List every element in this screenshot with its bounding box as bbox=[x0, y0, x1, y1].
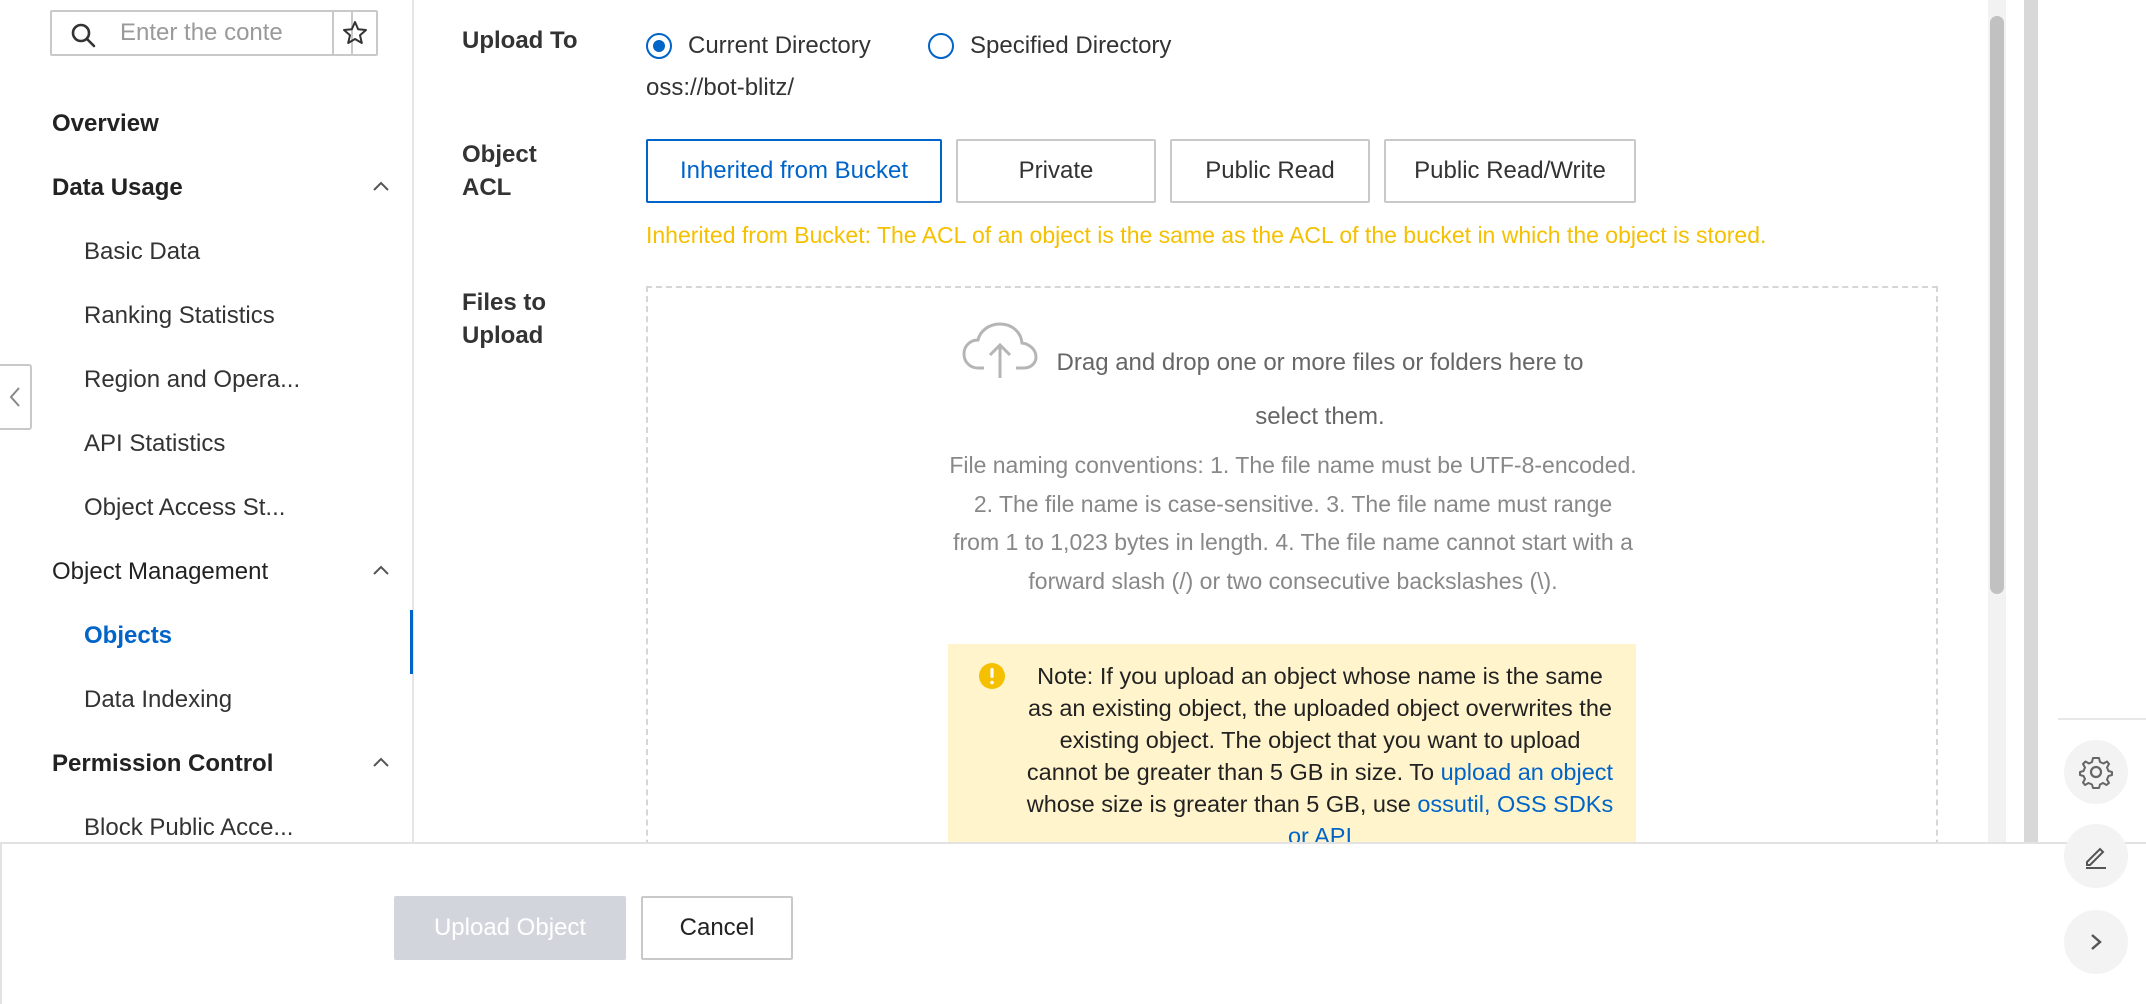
radio-specified-directory[interactable]: Specified Directory bbox=[928, 30, 1171, 62]
sidebar-item-label: Object Access St... bbox=[84, 494, 286, 521]
object-acl-label-line-2: ACL bbox=[462, 174, 512, 201]
sidebar-item-label: Region and Opera... bbox=[84, 366, 301, 393]
form-scrollbar[interactable] bbox=[1988, 0, 2006, 842]
chevron-left-icon bbox=[9, 387, 20, 407]
expand-tool-button[interactable] bbox=[2064, 910, 2128, 974]
sidebar-item-region-and-operations[interactable]: Region and Opera... bbox=[0, 354, 410, 406]
sidebar-item-label: Overview bbox=[52, 110, 159, 137]
files-to-upload-label: Files to Upload bbox=[462, 286, 546, 352]
object-acl-label: Object ACL bbox=[462, 138, 537, 204]
chevron-up-icon bbox=[373, 565, 389, 575]
dialog-footer bbox=[0, 842, 2146, 1004]
sidebar-item-label: Ranking Statistics bbox=[84, 302, 275, 329]
sidebar-item-label: Basic Data bbox=[84, 238, 201, 265]
object-acl-label-line-1: Object bbox=[462, 141, 537, 168]
file-naming-conventions: File naming conventions: 1. The file nam… bbox=[949, 452, 1637, 594]
radio-checked-icon bbox=[646, 33, 672, 59]
edit-icon bbox=[2086, 847, 2106, 869]
settings-button[interactable] bbox=[2064, 740, 2128, 804]
acl-description: Inherited from Bucket: The ACL of an obj… bbox=[646, 222, 1767, 248]
cancel-button[interactable]: Cancel bbox=[641, 896, 793, 960]
star-icon bbox=[343, 21, 367, 44]
edit-tool-button[interactable] bbox=[2064, 824, 2128, 888]
files-label-line-1: Files to bbox=[462, 289, 547, 316]
radio-label: Specified Directory bbox=[970, 32, 1172, 59]
upload-path: oss://bot-blitz/ bbox=[646, 74, 795, 101]
sidebar-item-label: Data Usage bbox=[52, 174, 183, 201]
upload-object-link[interactable]: upload an object bbox=[1441, 759, 1613, 785]
upload-to-label: Upload To bbox=[462, 27, 578, 54]
radio-unchecked-icon bbox=[928, 33, 954, 59]
sidebar-item-basic-data[interactable]: Basic Data bbox=[0, 226, 410, 278]
chevron-up-icon bbox=[373, 181, 389, 191]
sidebar-item-label: Block Public Acce... bbox=[84, 814, 294, 841]
search-input[interactable] bbox=[120, 16, 342, 50]
scrollbar-thumb[interactable] bbox=[1990, 16, 2004, 594]
sidebar-group-permission-control[interactable]: Permission Control bbox=[0, 738, 410, 790]
sidebar-item-data-indexing[interactable]: Data Indexing bbox=[0, 674, 410, 726]
warning-text-part-2: whose size is greater than 5 GB, use bbox=[1026, 791, 1418, 817]
sidebar-collapse-button[interactable] bbox=[0, 364, 32, 430]
toolbar-divider bbox=[2058, 718, 2146, 720]
search-box[interactable] bbox=[50, 10, 353, 56]
radio-current-directory[interactable]: Current Directory bbox=[646, 30, 871, 62]
sidebar-item-objects[interactable]: Objects bbox=[0, 610, 413, 674]
sidebar-item-overview[interactable]: Overview bbox=[0, 98, 410, 150]
sidebar-item-block-public-access[interactable]: Block Public Acce... bbox=[0, 802, 410, 842]
chevron-right-icon bbox=[2091, 934, 2102, 950]
gear-icon bbox=[2079, 757, 2113, 789]
acl-public-read-write-button[interactable]: Public Read/Write bbox=[1384, 139, 1636, 203]
footer-edge bbox=[0, 844, 2, 1004]
sidebar: Overview Data Usage Basic Data Ranking S… bbox=[0, 0, 414, 842]
warning-text: Note: If you upload an object whose name… bbox=[1022, 660, 1618, 852]
sidebar-item-label: Objects bbox=[84, 622, 173, 649]
files-label-line-2: Upload bbox=[462, 322, 544, 349]
sidebar-item-label: API Statistics bbox=[84, 430, 226, 457]
drag-drop-instruction: Drag and drop one or more files or folde… bbox=[1056, 349, 1584, 430]
favorite-button[interactable] bbox=[332, 10, 378, 56]
sidebar-group-object-management[interactable]: Object Management bbox=[0, 546, 410, 598]
acl-private-button[interactable]: Private bbox=[956, 139, 1156, 203]
radio-label: Current Directory bbox=[688, 32, 871, 59]
upload-object-button[interactable]: Upload Object bbox=[394, 896, 626, 960]
sidebar-item-label: Permission Control bbox=[52, 750, 274, 777]
warning-icon bbox=[979, 663, 1005, 689]
search-icon bbox=[71, 23, 96, 48]
sidebar-item-object-access-statistics[interactable]: Object Access St... bbox=[0, 482, 410, 534]
panel-divider bbox=[2024, 0, 2038, 842]
chevron-up-icon bbox=[373, 757, 389, 767]
sidebar-item-label: Data Indexing bbox=[84, 686, 233, 713]
sidebar-group-data-usage[interactable]: Data Usage bbox=[0, 162, 410, 214]
cloud-upload-icon bbox=[962, 322, 1038, 378]
acl-public-read-button[interactable]: Public Read bbox=[1170, 139, 1370, 203]
sidebar-item-api-statistics[interactable]: API Statistics bbox=[0, 418, 410, 470]
acl-inherited-button[interactable]: Inherited from Bucket bbox=[646, 139, 942, 203]
sidebar-item-ranking-statistics[interactable]: Ranking Statistics bbox=[0, 290, 410, 342]
sidebar-item-label: Object Management bbox=[52, 558, 269, 585]
